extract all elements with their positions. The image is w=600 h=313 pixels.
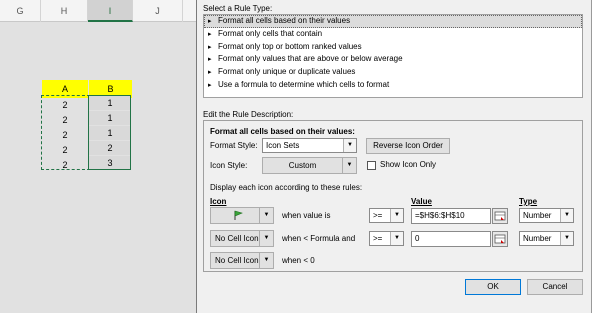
conditional-formatting-rule-dialog: Select a Rule Type: ▸ Format all cells ba… — [196, 0, 592, 313]
condition-label-row-2: when < Formula and — [282, 234, 356, 243]
arrow-icon: ▸ — [208, 81, 212, 89]
icon-select-row-2[interactable]: No Cell Icon ▼ — [210, 230, 274, 247]
range-select-icon[interactable] — [492, 208, 508, 224]
rule-type-item[interactable]: ▸ Format only top or bottom ranked values — [204, 41, 582, 54]
condition-label-row-1: when value is — [282, 211, 331, 220]
column-header-h[interactable]: H — [41, 0, 88, 22]
icon-column-header: Icon — [210, 197, 227, 206]
chevron-down-icon: ▼ — [259, 231, 273, 246]
operator-select-row-1[interactable]: >= ▼ — [369, 208, 404, 223]
type-value: Number — [523, 234, 552, 243]
display-rules-label: Display each icon according to these rul… — [210, 183, 363, 192]
column-header-j[interactable]: J — [133, 0, 183, 22]
select-rule-type-label: Select a Rule Type: — [203, 4, 273, 13]
cancel-button[interactable]: Cancel — [527, 279, 583, 295]
reverse-icon-order-button[interactable]: Reverse Icon Order — [366, 138, 450, 154]
format-all-heading: Format all cells based on their values: — [210, 127, 355, 136]
icon-style-select[interactable]: Custom ▼ — [262, 157, 357, 174]
icon-select-row-3[interactable]: No Cell Icon ▼ — [210, 252, 274, 269]
rule-type-item[interactable]: ▸ Format only values that are above or be… — [204, 53, 582, 66]
type-column-header: Type — [519, 197, 538, 206]
icon-select-value: No Cell Icon — [215, 234, 259, 243]
chevron-down-icon: ▼ — [342, 158, 356, 173]
operator-value: >= — [373, 211, 383, 220]
icon-select-value: No Cell Icon — [215, 256, 259, 265]
rule-description-panel: Format all cells based on their values: … — [203, 120, 583, 272]
column-header-g[interactable]: G — [0, 0, 41, 22]
icon-style-value: Custom — [288, 161, 317, 170]
rule-type-label: Format only values that are above or bel… — [218, 54, 403, 64]
rule-type-label: Format all cells based on their values — [218, 16, 351, 25]
spreadsheet-grid[interactable]: G H I J A B 2 2 2 2 2 1 1 1 2 3 — [0, 0, 196, 313]
format-style-value: Icon Sets — [266, 141, 300, 150]
chevron-down-icon: ▼ — [343, 139, 356, 152]
rule-type-item[interactable]: ▸ Format only cells that contain — [204, 28, 582, 41]
range-select-icon[interactable] — [492, 231, 508, 247]
format-style-select[interactable]: Icon Sets ▼ — [262, 138, 357, 153]
operator-value: >= — [373, 234, 383, 243]
value-input-row-1[interactable]: =$H$6:$H$10 — [411, 208, 491, 224]
arrow-icon: ▸ — [208, 30, 212, 38]
chevron-down-icon: ▼ — [560, 232, 573, 245]
ok-button[interactable]: OK — [465, 279, 521, 295]
green-flag-icon — [233, 210, 243, 226]
column-header-i[interactable]: I — [88, 0, 133, 22]
column-header-bar: G H I J — [0, 0, 196, 22]
active-selection-border — [88, 95, 131, 170]
rule-type-list[interactable]: ▸ Format all cells based on their values … — [203, 14, 583, 98]
value-column-header: Value — [411, 197, 432, 206]
rule-type-label: Format only unique or duplicate values — [218, 67, 356, 77]
rule-type-label: Use a formula to determine which cells t… — [218, 79, 390, 89]
icon-style-label: Icon Style: — [210, 161, 248, 170]
arrow-icon: ▸ — [208, 18, 212, 25]
chevron-down-icon: ▼ — [259, 253, 273, 268]
rule-type-item[interactable]: ▸ Use a formula to determine which cells … — [204, 79, 582, 92]
edit-rule-description-label: Edit the Rule Description: — [203, 110, 294, 119]
type-value: Number — [523, 211, 552, 220]
chevron-down-icon: ▼ — [560, 209, 573, 222]
value-input-row-2[interactable]: 0 — [411, 231, 491, 247]
condition-label-row-3: when < 0 — [282, 256, 315, 265]
rule-type-label: Format only top or bottom ranked values — [218, 41, 362, 51]
show-icon-only-label: Show Icon Only — [380, 160, 437, 169]
show-icon-only-checkbox[interactable] — [367, 161, 376, 170]
format-style-label: Format Style: — [210, 141, 258, 150]
type-select-row-1[interactable]: Number ▼ — [519, 208, 574, 223]
icon-select-row-1[interactable]: ▼ — [210, 207, 274, 224]
type-select-row-2[interactable]: Number ▼ — [519, 231, 574, 246]
operator-select-row-2[interactable]: >= ▼ — [369, 231, 404, 246]
chevron-down-icon: ▼ — [259, 208, 273, 223]
rule-type-item[interactable]: ▸ Format all cells based on their values — [204, 15, 582, 28]
chevron-down-icon: ▼ — [390, 209, 403, 222]
rule-type-item[interactable]: ▸ Format only unique or duplicate values — [204, 66, 582, 79]
chevron-down-icon: ▼ — [390, 232, 403, 245]
rule-type-label: Format only cells that contain — [218, 28, 323, 38]
